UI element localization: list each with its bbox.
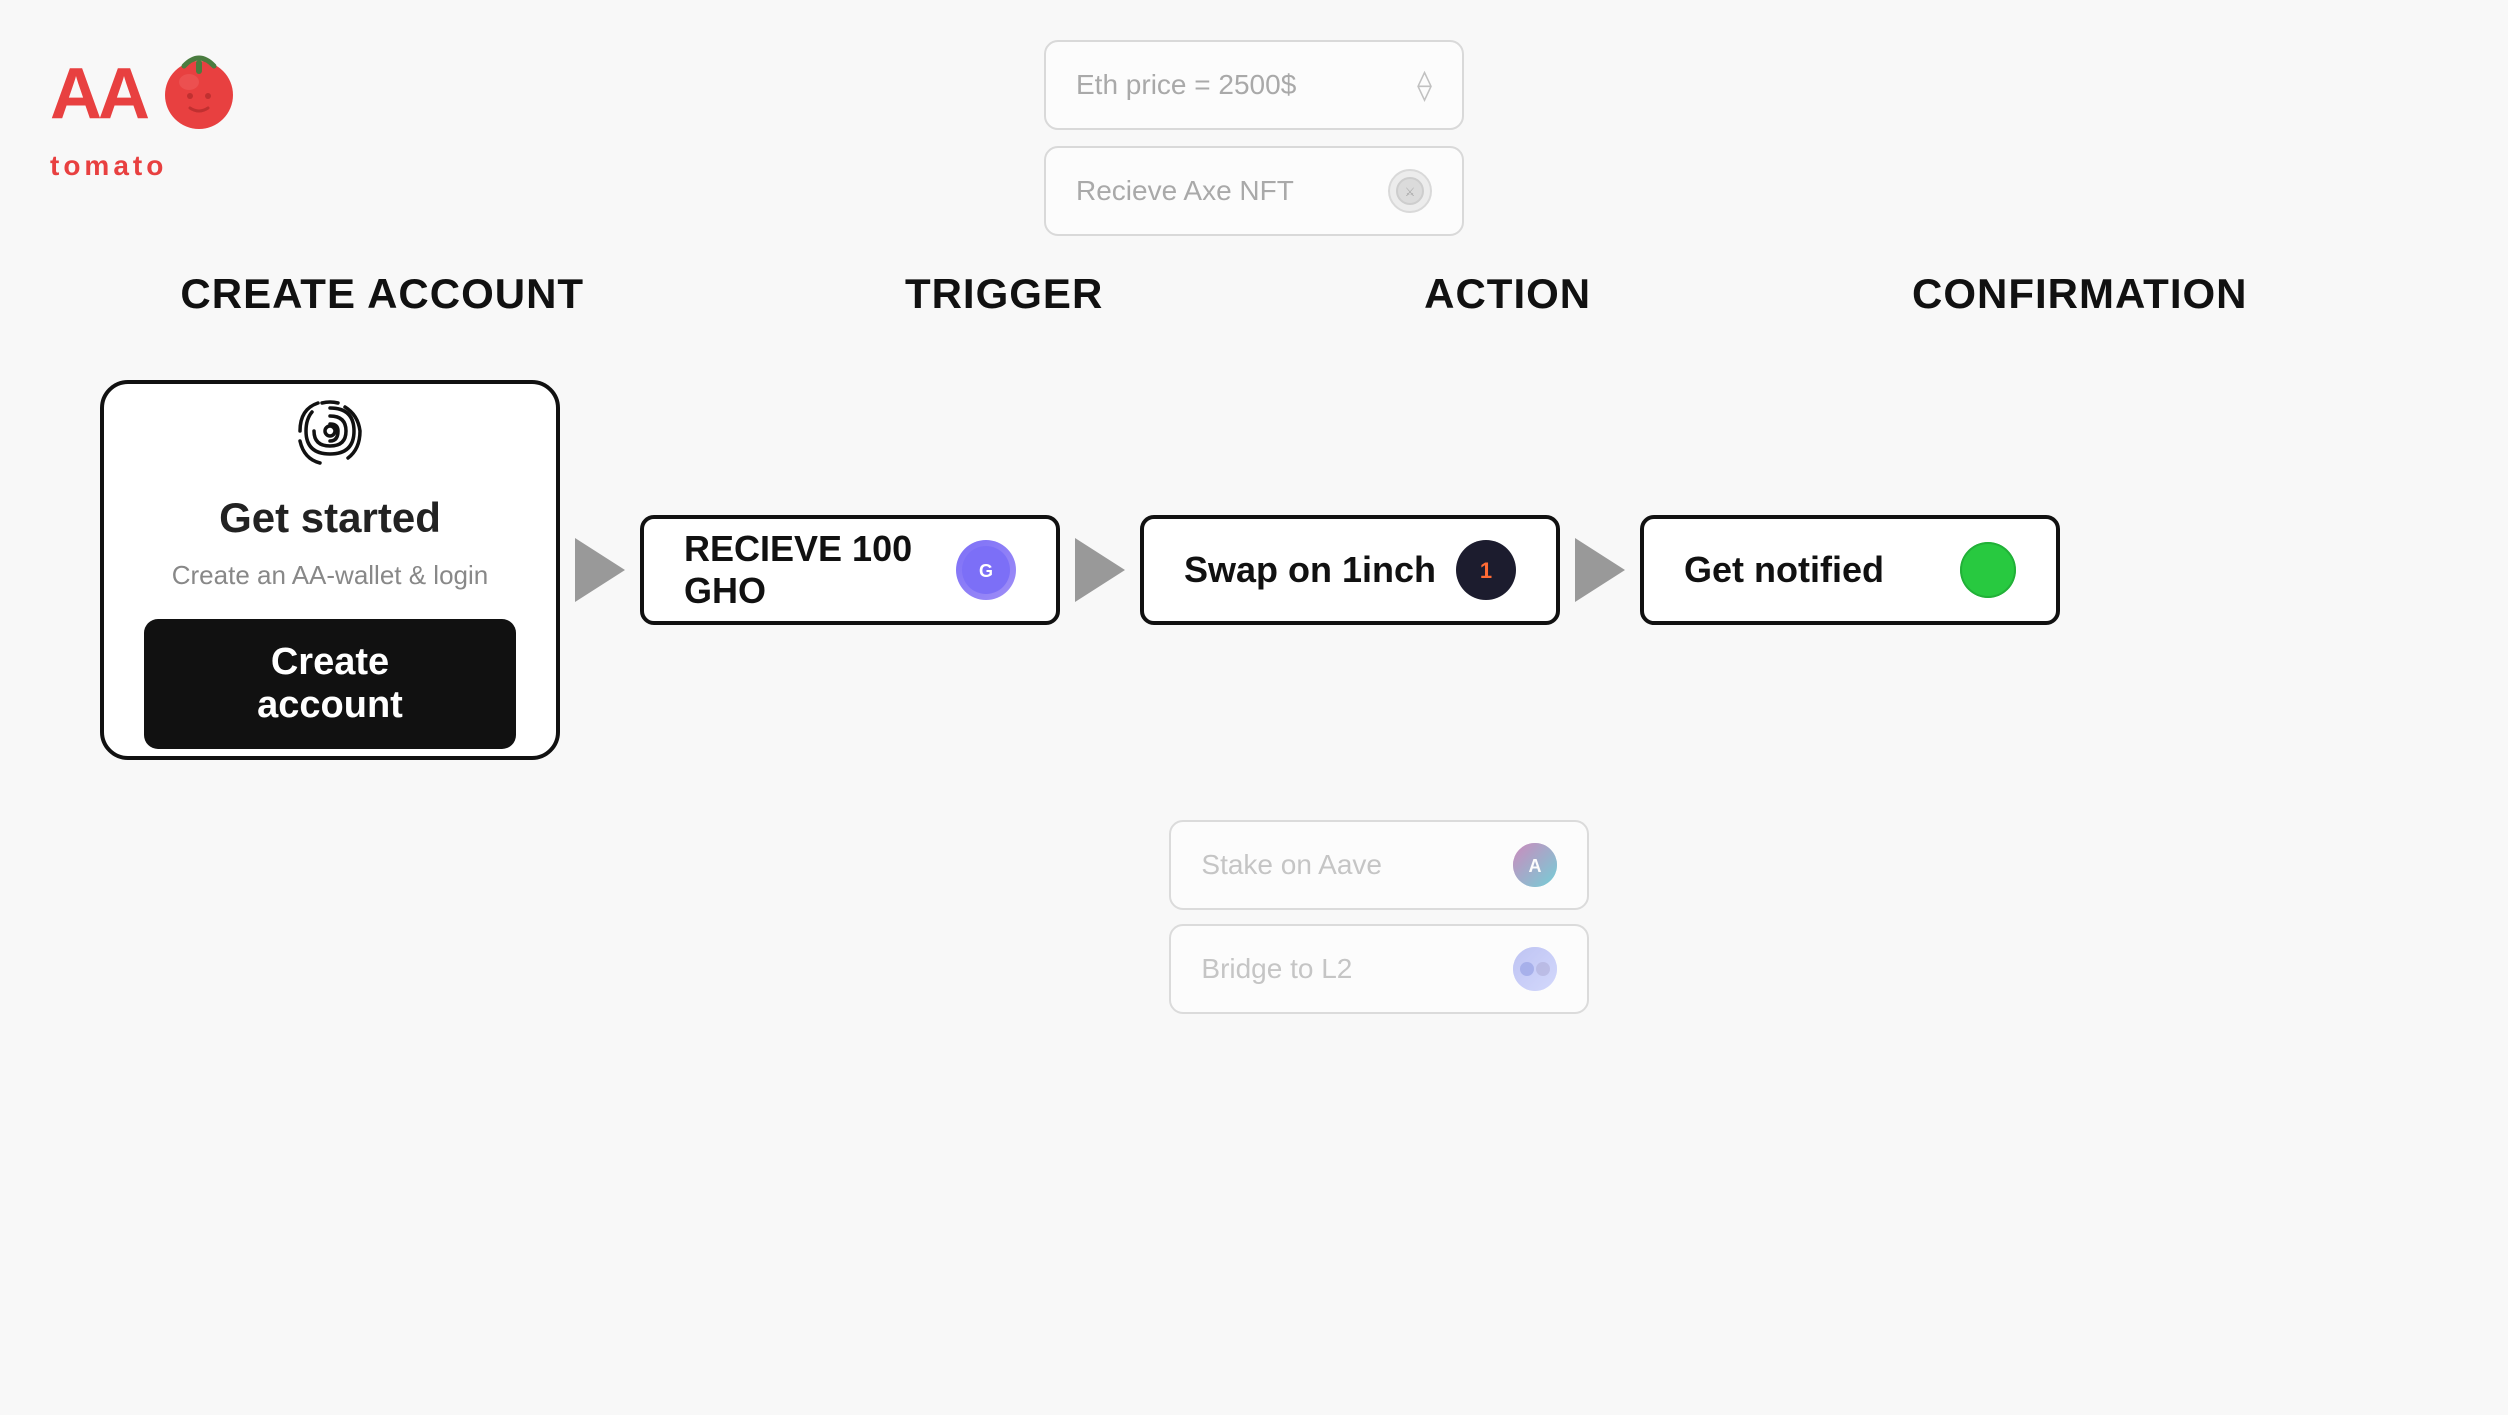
svg-text:A: A [1529,856,1542,876]
col-header-action: ACTION [1424,270,1591,318]
logo-aa-text: AA [50,58,146,130]
arrow-1 [560,538,640,602]
create-account-card: Get started Create an AA-wallet & login … [100,380,560,760]
logo-tomato-icon [154,40,244,130]
get-started-subtitle: Create an AA-wallet & login [172,560,489,591]
logo: AA tomato [50,40,244,130]
bottom-card-bridge-label: Bridge to L2 [1201,953,1352,985]
bottom-card-aave[interactable]: Stake on Aave A [1169,820,1589,910]
trigger-card-label: RECIEVE 100 GHO [684,528,956,612]
top-card-axe-label: Recieve Axe NFT [1076,175,1294,207]
bottom-card-aave-label: Stake on Aave [1201,849,1382,881]
axe-nft-icon: ⚔ [1388,169,1432,213]
bottom-card-bridge[interactable]: Bridge to L2 [1169,924,1589,1014]
fingerprint-icon [290,391,370,476]
col-header-trigger: TRIGGER [905,270,1103,318]
column-headers: CREATE ACCOUNT TRIGGER ACTION CONFIRMATI… [0,270,2508,318]
action-card[interactable]: Swap on 1inch 1 [1140,515,1560,625]
col-header-confirmation: CONFIRMATION [1912,270,2248,318]
arrow-shape-3 [1575,538,1625,602]
confirm-card[interactable]: Get notified [1640,515,2060,625]
top-card-axe[interactable]: Recieve Axe NFT ⚔ [1044,146,1464,236]
top-card-eth-label: Eth price = 2500$ [1076,69,1296,101]
col-header-create: CREATE ACCOUNT [180,270,584,318]
eth-icon: ⟠ [1417,68,1432,103]
top-cards-container: Eth price = 2500$ ⟠ Recieve Axe NFT ⚔ [1044,40,1464,236]
confirm-card-label: Get notified [1684,549,1884,591]
aave-icon: A [1513,843,1557,887]
arrow-2 [1060,538,1140,602]
svg-text:G: G [979,561,993,581]
bridge-icon [1513,947,1557,991]
arrow-3 [1560,538,1640,602]
arrow-shape-1 [575,538,625,602]
workflow-row: Get started Create an AA-wallet & login … [50,380,2458,760]
get-started-title: Get started [219,494,441,542]
logo-label: tomato [50,150,167,181]
bottom-cards-container: Stake on Aave A Bridge to L2 [1169,820,1589,1014]
svg-text:1: 1 [1480,558,1492,583]
notify-icon [1960,542,2016,598]
gho-icon: G [956,540,1016,600]
oneinch-icon: 1 [1456,540,1516,600]
create-account-button[interactable]: Create account [144,619,516,749]
arrow-shape-2 [1075,538,1125,602]
top-card-eth[interactable]: Eth price = 2500$ ⟠ [1044,40,1464,130]
svg-text:⚔: ⚔ [1405,185,1416,199]
action-card-label: Swap on 1inch [1184,549,1436,591]
trigger-card[interactable]: RECIEVE 100 GHO G [640,515,1060,625]
